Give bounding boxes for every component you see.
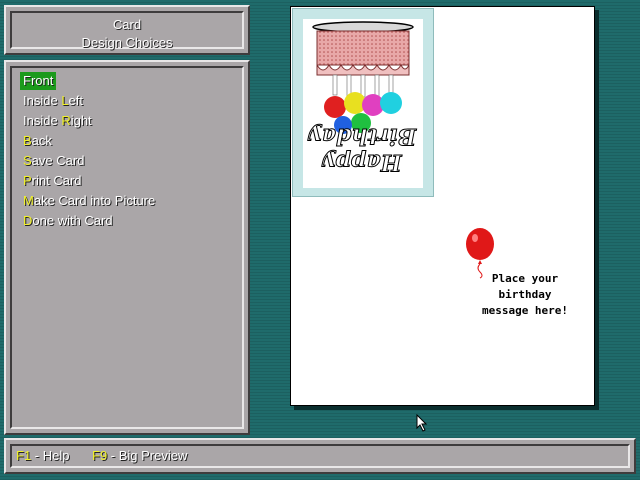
menu-hotkey: L	[61, 93, 69, 108]
big-preview-label: - Big Preview	[107, 448, 188, 463]
menu-item-back[interactable]: Back	[20, 132, 55, 150]
header-subtitle: Design Choices	[81, 35, 173, 50]
menu-hotkey: F	[23, 73, 31, 88]
status-bar: F1 - Help F9 - Big Preview	[4, 438, 636, 474]
menu-item-done-with-card[interactable]: Done with Card	[20, 212, 116, 230]
header-panel: Card Design Choices	[4, 5, 250, 55]
menu-item-print-card[interactable]: Print Card	[20, 172, 85, 190]
card-front-text-happy: Happy	[323, 149, 403, 176]
header-title: Card	[112, 17, 142, 32]
menu-item-label: eft	[68, 93, 84, 108]
menu-item-front[interactable]: Front	[20, 72, 57, 90]
help-shortcut[interactable]: F1 - Help	[16, 447, 69, 465]
menu-hotkey: B	[23, 133, 32, 148]
card-front-artwork: Birthday Happy	[303, 19, 423, 188]
menu-hotkey: D	[23, 213, 33, 228]
menu-hotkey: S	[23, 153, 32, 168]
menu-item-save-card[interactable]: Save Card	[20, 152, 87, 170]
menu-item-label: Inside	[23, 93, 62, 108]
menu-item-label: ront	[30, 73, 54, 88]
menu-item-label: rint Card	[31, 173, 82, 188]
card-preview[interactable]: Birthday Happy Place your birthday messa…	[290, 6, 595, 406]
f1-key: F1	[16, 448, 32, 463]
menu-item-inside-right[interactable]: Inside Right	[20, 112, 95, 130]
menu-item-label: ave Card	[31, 153, 85, 168]
menu-item-label: ight	[70, 113, 92, 128]
header-inner: Card Design Choices	[10, 11, 244, 50]
menu-panel: Front Inside Left Inside Right Back Save…	[4, 60, 250, 435]
arrow-pointer-icon	[416, 414, 428, 432]
card-front-thumbnail[interactable]: Birthday Happy	[292, 8, 434, 197]
f9-key: F9	[92, 448, 108, 463]
card-message-placeholder[interactable]: Place your birthday message here!	[473, 271, 577, 319]
menu-item-label: ake Card into Picture	[33, 193, 156, 208]
menu-hotkey: R	[61, 113, 71, 128]
menu-item-label: one with Card	[32, 213, 113, 228]
menu-item-make-card-into-picture[interactable]: Make Card into Picture	[20, 192, 158, 210]
menu-item-label: ack	[31, 133, 52, 148]
big-preview-shortcut[interactable]: F9 - Big Preview	[92, 447, 187, 465]
help-label: - Help	[31, 448, 70, 463]
menu-item-inside-left[interactable]: Inside Left	[20, 92, 86, 110]
menu-hotkey: M	[23, 193, 34, 208]
card-front-text-birthday: Birthday	[309, 123, 417, 150]
menu-item-label: Inside	[23, 113, 62, 128]
menu-hotkey: P	[23, 173, 32, 188]
